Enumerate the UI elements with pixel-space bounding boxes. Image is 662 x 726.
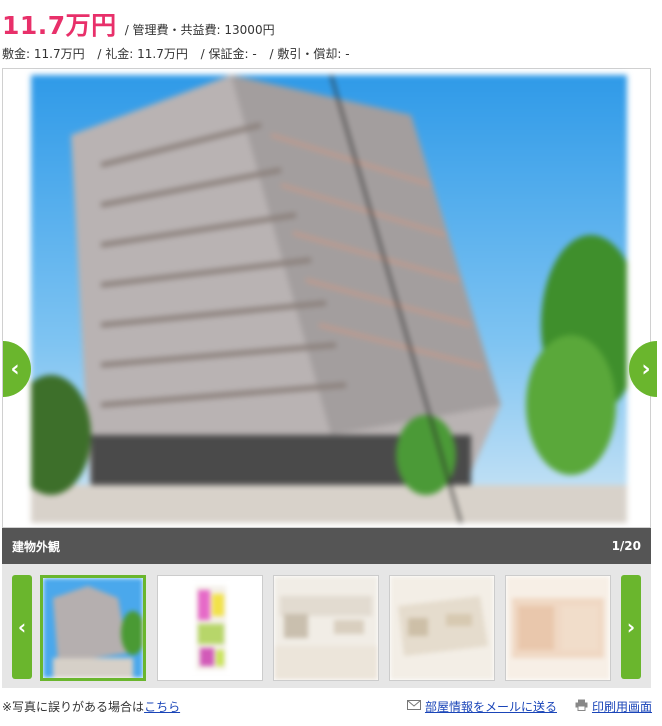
deposit-info: 敷金: 11.7万円 / 礼金: 11.7万円 / 保証金: - / 敷引・償却… [2, 45, 359, 62]
thumbs-next-button[interactable]: › [621, 575, 641, 679]
thumbnail-strip: ‹ › [2, 564, 651, 688]
reikin: / 礼金: 11.7万円 [97, 47, 188, 61]
thumbs-prev-button[interactable]: ‹ [12, 575, 32, 679]
shikikin: 敷金: 11.7万円 [2, 47, 85, 61]
print-view-link[interactable]: 印刷用画面 [592, 698, 652, 715]
send-mail-item: 部屋情報をメールに送る [406, 698, 557, 715]
photo-error-report-link[interactable]: こちら [144, 700, 180, 714]
thumbnail-floorplan[interactable] [157, 575, 263, 681]
photo-error-note: ※写真に誤りがある場合はこちら [2, 698, 180, 715]
prev-photo-button[interactable]: ‹ [3, 341, 31, 397]
chevron-left-icon: ‹ [17, 615, 27, 639]
hoshokin: / 保証金: - [200, 47, 257, 61]
management-fee: / 管理費・共益費: 13000円 [124, 23, 275, 37]
thumbnail-room-1[interactable] [273, 575, 379, 681]
rent-price: 11.7万円 [2, 11, 117, 40]
main-photo-frame: ‹ › [2, 68, 657, 528]
chevron-right-icon: › [626, 615, 636, 639]
price-row: 11.7万円 / 管理費・共益費: 13000円 [2, 6, 275, 40]
chevron-right-icon: › [641, 356, 651, 382]
main-photo-building-exterior[interactable] [31, 75, 627, 523]
footer-links: 部屋情報をメールに送る 印刷用画面 [389, 698, 652, 715]
send-to-mail-link[interactable]: 部屋情報をメールに送る [425, 698, 557, 715]
chevron-left-icon: ‹ [10, 356, 20, 382]
thumbnail-room-3[interactable] [505, 575, 611, 681]
envelope-icon [406, 699, 421, 714]
next-photo-button[interactable]: › [629, 341, 657, 397]
thumbnail-building[interactable] [40, 575, 146, 681]
printer-icon [575, 699, 588, 715]
shikibiki: / 敷引・償却: - [269, 47, 350, 61]
photo-caption: 建物外観 [12, 539, 61, 554]
thumbnail-room-2[interactable] [389, 575, 495, 681]
photo-caption-bar: 建物外観 1/20 [2, 528, 651, 564]
photo-counter: 1/20 [611, 539, 641, 553]
print-item: 印刷用画面 [575, 698, 652, 715]
photo-error-text: ※写真に誤りがある場合は [2, 700, 145, 714]
